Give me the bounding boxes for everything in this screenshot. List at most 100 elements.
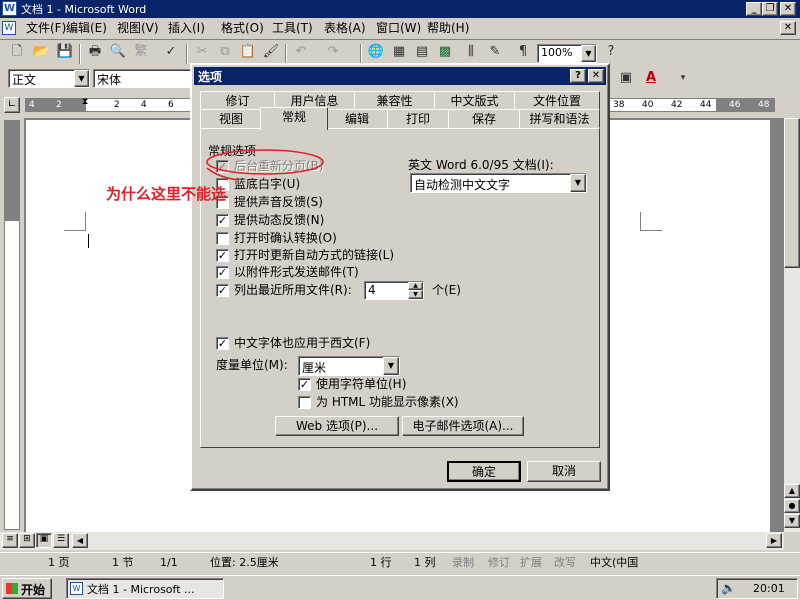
web-view-icon[interactable]: ⊞ xyxy=(19,533,35,548)
word6-select[interactable]: 自动检测中文文字 ▼ xyxy=(410,173,587,193)
stepper-down-icon[interactable]: ▼ xyxy=(408,290,423,299)
font-color-icon[interactable]: A xyxy=(640,67,662,89)
help-icon[interactable]: ? xyxy=(600,41,622,63)
tab-spelling-grammar[interactable]: 拼写和语法 xyxy=(519,109,600,128)
menu-view[interactable]: 视图(V) xyxy=(117,18,159,38)
volume-icon[interactable]: 🔈 xyxy=(721,581,736,595)
insert-excel-icon[interactable]: ▩ xyxy=(434,41,456,63)
ok-button[interactable]: 确定 xyxy=(447,461,521,482)
close-icon[interactable]: ✕ xyxy=(780,2,796,16)
doc-close-icon[interactable]: ✕ xyxy=(780,21,796,35)
chevron-down-icon[interactable]: ▾ xyxy=(672,67,694,89)
tab-save[interactable]: 保存 xyxy=(448,109,520,128)
menu-help[interactable]: 帮助(H) xyxy=(427,18,469,38)
scroll-right-icon[interactable]: ▶ xyxy=(766,533,782,548)
paste-icon[interactable]: 📋 xyxy=(237,41,259,63)
taskbar-word-label: 文档 1 - Microsoft ... xyxy=(87,583,195,596)
vertical-scrollbar[interactable]: ▲ ● ▼ xyxy=(784,118,800,532)
chevron-down-icon[interactable]: ▼ xyxy=(581,45,596,62)
hyperlink-icon[interactable]: 🌐 xyxy=(365,41,387,63)
normal-view-icon[interactable]: ≡ xyxy=(2,533,18,548)
copy-icon[interactable]: ⧉ xyxy=(214,41,236,63)
taskbar-word-button[interactable]: W 文档 1 - Microsoft ... xyxy=(66,578,224,599)
system-tray: 🔈 20:01 xyxy=(716,578,798,599)
save-icon[interactable]: 💾 xyxy=(54,41,76,63)
status-ext[interactable]: 扩展 xyxy=(516,555,542,571)
spelling-icon[interactable]: ✓ xyxy=(160,41,182,63)
zoom-select[interactable]: 100% ▼ xyxy=(537,44,597,63)
drawing-icon[interactable]: ✎ xyxy=(484,41,506,63)
menu-format[interactable]: 格式(O) xyxy=(221,18,264,38)
close-icon[interactable]: ✕ xyxy=(588,69,604,83)
cjk-font-checkbox[interactable]: ✓ xyxy=(216,337,229,350)
menu-insert[interactable]: 插入(I) xyxy=(168,18,205,38)
status-ovr[interactable]: 改写 xyxy=(550,555,576,571)
toolbar-separator xyxy=(186,44,188,64)
html-pixels-checkbox[interactable] xyxy=(298,396,311,409)
menu-table[interactable]: 表格(A) xyxy=(324,18,366,38)
send-attachment-checkbox[interactable]: ✓ xyxy=(216,266,229,279)
minimize-icon[interactable]: _ xyxy=(746,2,762,16)
tab-compatibility[interactable]: 兼容性 xyxy=(354,91,435,110)
horizontal-scrollbar[interactable]: ≡ ⊞ ▣ ☰ ◀ ▶ xyxy=(0,532,784,550)
tab-selector-icon[interactable]: ∟ xyxy=(4,97,20,113)
scroll-thumb[interactable] xyxy=(784,118,800,268)
email-options-button[interactable]: 电子邮件选项(A)... xyxy=(402,416,524,436)
indent-marker-icon[interactable]: ⧗ xyxy=(82,97,88,107)
browse-object-icon[interactable]: ● xyxy=(784,499,800,513)
start-button[interactable]: 开始 xyxy=(2,578,52,599)
style-select[interactable]: 正文 ▼ xyxy=(8,69,90,88)
font-select[interactable]: 宋体 xyxy=(93,69,198,88)
dialog-titlebar[interactable]: 选项 ? ✕ xyxy=(194,67,606,85)
format-painter-icon[interactable]: 🖌 xyxy=(260,41,282,63)
prev-page-icon[interactable]: ▲ xyxy=(784,484,800,498)
chevron-down-icon[interactable]: ▼ xyxy=(383,357,399,375)
show-hide-icon[interactable]: ¶ xyxy=(512,41,534,63)
chevron-down-icon[interactable]: ▼ xyxy=(74,70,89,87)
menu-edit[interactable]: 编辑(E) xyxy=(66,18,107,38)
web-options-button[interactable]: Web 选项(P)... xyxy=(275,416,399,436)
recent-files-stepper[interactable]: 4 ▲ ▼ xyxy=(364,281,424,300)
open-icon[interactable]: 📂 xyxy=(30,41,52,63)
status-rec[interactable]: 录制 xyxy=(448,555,474,571)
tables-borders-icon[interactable]: ▦ xyxy=(388,41,410,63)
menu-window[interactable]: 窗口(W) xyxy=(376,18,421,38)
vertical-ruler[interactable] xyxy=(4,120,20,530)
tab-edit[interactable]: 编辑 xyxy=(326,109,388,128)
window-titlebar[interactable]: W 文档 1 - Microsoft Word _ ❐ ✕ xyxy=(0,0,800,18)
redo-icon[interactable]: ↷ xyxy=(322,41,344,63)
menu-file[interactable]: 文件(F) xyxy=(26,18,66,38)
next-page-icon[interactable]: ▼ xyxy=(784,514,800,528)
help-icon[interactable]: ? xyxy=(570,69,586,83)
char-unit-checkbox[interactable]: ✓ xyxy=(298,378,311,391)
undo-icon[interactable]: ↶ xyxy=(290,41,312,63)
update-links-checkbox[interactable]: ✓ xyxy=(216,249,229,262)
stepper-up-icon[interactable]: ▲ xyxy=(408,282,423,290)
tab-view[interactable]: 视图 xyxy=(200,109,262,128)
tab-asian-layout[interactable]: 中文版式 xyxy=(434,91,515,110)
unit-select[interactable]: 厘米 ▼ xyxy=(298,356,400,376)
print-icon[interactable]: 🖶 xyxy=(84,41,106,63)
tab-print[interactable]: 打印 xyxy=(387,109,449,128)
page-view-icon[interactable]: ▣ xyxy=(36,533,52,548)
cut-icon[interactable]: ✂ xyxy=(191,41,213,63)
columns-icon[interactable]: ⫼ xyxy=(460,41,482,63)
scroll-left-icon[interactable]: ◀ xyxy=(72,533,88,548)
recent-files-checkbox[interactable]: ✓ xyxy=(216,284,229,297)
doc-menu-icon[interactable]: W xyxy=(2,21,16,35)
insert-table-icon[interactable]: ▤ xyxy=(411,41,433,63)
border-icon[interactable]: ▣ xyxy=(615,67,637,89)
menu-tools[interactable]: 工具(T) xyxy=(272,18,313,38)
new-icon[interactable]: 🗋 xyxy=(6,41,28,63)
cancel-button[interactable]: 取消 xyxy=(527,461,601,482)
chevron-down-icon[interactable]: ▼ xyxy=(570,174,586,192)
trad-simp-icon[interactable]: 繁 xyxy=(130,41,152,63)
outline-view-icon[interactable]: ☰ xyxy=(53,533,69,548)
tab-file-locations[interactable]: 文件位置 xyxy=(514,91,600,110)
restore-icon[interactable]: ❐ xyxy=(762,2,778,16)
animation-feedback-checkbox[interactable]: ✓ xyxy=(216,214,229,227)
tab-general[interactable]: 常规 xyxy=(260,107,328,130)
status-trk[interactable]: 修订 xyxy=(484,555,510,571)
confirm-conversion-checkbox[interactable] xyxy=(216,232,229,245)
print-preview-icon[interactable]: 🔍 xyxy=(107,41,129,63)
